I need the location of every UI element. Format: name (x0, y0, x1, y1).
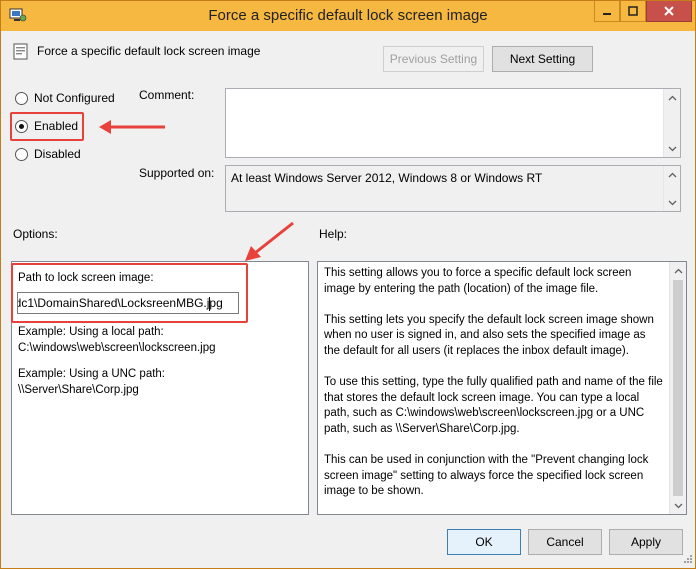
maximize-icon (628, 6, 638, 16)
close-icon (664, 6, 674, 16)
supported-on-value: At least Windows Server 2012, Windows 8 … (231, 171, 543, 185)
example-unc-label: Example: Using a UNC path: (18, 368, 166, 380)
previous-setting-button[interactable]: Previous Setting (383, 46, 484, 72)
scroll-up-arrow[interactable] (664, 89, 681, 106)
help-scroll-thumb[interactable] (673, 280, 683, 496)
cancel-button[interactable]: Cancel (528, 529, 602, 555)
close-button[interactable] (646, 1, 692, 22)
title-bar[interactable]: Force a specific default lock screen ima… (1, 1, 695, 31)
radio-disabled-indicator[interactable] (15, 147, 28, 161)
arrow-down-left-icon (245, 221, 294, 261)
chevron-up-icon (668, 172, 677, 177)
example-local-label: Example: Using a local path: (18, 326, 164, 338)
help-paragraph: This setting lets you specify the defaul… (324, 313, 654, 357)
scroll-down-arrow[interactable] (664, 194, 681, 211)
policy-dialog: Force a specific default lock screen ima… (0, 0, 696, 569)
policy-setting-icon (13, 43, 28, 60)
apply-button[interactable]: Apply (609, 529, 683, 555)
help-section-label: Help: (319, 227, 348, 241)
chevron-down-icon (674, 503, 683, 508)
help-panel: This setting allows you to force a speci… (317, 261, 687, 515)
radio-not-configured-indicator[interactable] (15, 91, 28, 105)
supported-on-box: At least Windows Server 2012, Windows 8 … (225, 165, 681, 212)
maximize-button[interactable] (620, 1, 646, 22)
arrow-left-icon (99, 120, 165, 134)
chevron-up-icon (668, 95, 677, 100)
scroll-up-arrow[interactable] (664, 166, 681, 183)
window-title: Force a specific default lock screen ima… (208, 7, 488, 24)
setting-title: Force a specific default lock screen ima… (37, 44, 261, 58)
minimize-icon (603, 13, 611, 15)
help-text: This setting allows you to force a speci… (324, 266, 664, 516)
comment-textarea[interactable] (225, 88, 681, 158)
radio-disabled-label: Disabled (34, 147, 81, 161)
help-paragraph: This can be used in conjunction with the… (324, 454, 649, 498)
ok-button[interactable]: OK (447, 529, 521, 555)
options-section-label: Options: (13, 227, 58, 241)
resize-grip-icon[interactable] (681, 554, 693, 566)
supported-on-label: Supported on: (139, 166, 215, 180)
path-highlight-box (11, 263, 248, 323)
chevron-down-icon (668, 200, 677, 205)
minimize-button[interactable] (594, 1, 620, 22)
chevron-up-icon (674, 268, 683, 273)
enabled-highlight-box (10, 112, 84, 141)
comment-scrollbar[interactable] (663, 89, 680, 157)
radio-not-configured[interactable]: Not Configured (15, 91, 115, 105)
scroll-up-arrow[interactable] (670, 262, 687, 279)
help-paragraph: This setting allows you to force a speci… (324, 267, 632, 295)
supported-scrollbar[interactable] (663, 166, 680, 211)
help-paragraph: To use this setting, type the fully qual… (324, 376, 663, 435)
radio-disabled[interactable]: Disabled (15, 147, 81, 161)
comment-value (226, 89, 680, 93)
comment-label: Comment: (139, 88, 195, 102)
next-setting-button[interactable]: Next Setting (492, 46, 593, 72)
example-unc-value: \\Server\Share\Corp.jpg (18, 384, 139, 396)
help-scrollbar[interactable] (669, 262, 686, 514)
example-local-value: C:\windows\web\screen\lockscreen.jpg (18, 342, 216, 354)
scroll-down-arrow[interactable] (670, 497, 687, 514)
chevron-down-icon (668, 146, 677, 151)
radio-not-configured-label: Not Configured (34, 91, 115, 105)
scroll-down-arrow[interactable] (664, 140, 681, 157)
